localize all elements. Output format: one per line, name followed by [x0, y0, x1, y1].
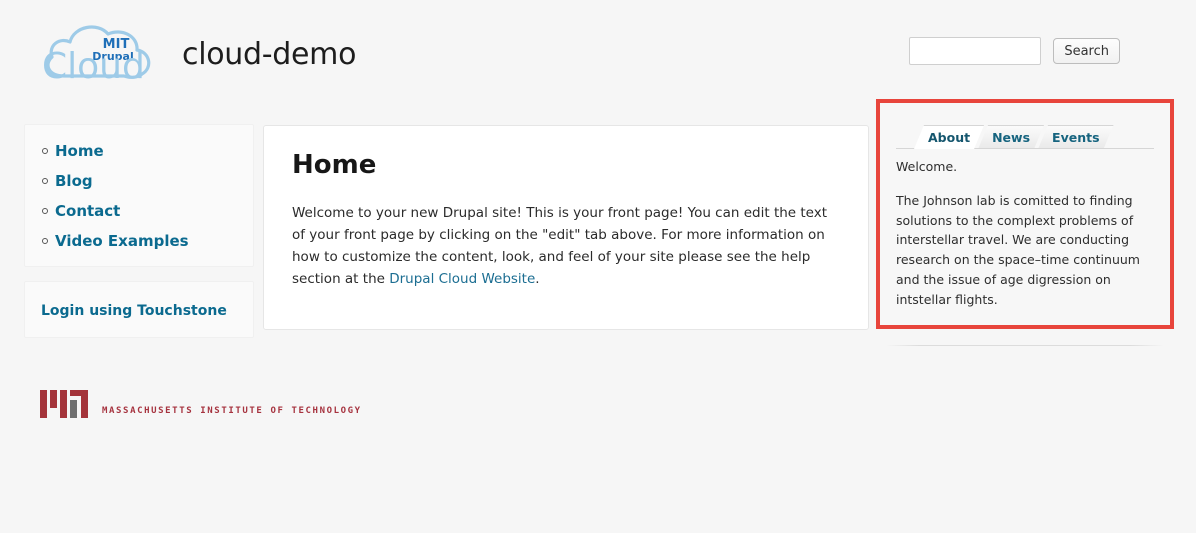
tab-events[interactable]: Events: [1038, 125, 1113, 149]
search-input[interactable]: [909, 37, 1042, 65]
page-title: Home: [292, 150, 377, 180]
tab-bar: About News Events: [896, 123, 1154, 149]
primary-nav: Home Blog Contact Video Examples: [39, 141, 237, 250]
main-body-text-start: Welcome to your new Drupal site! This is…: [292, 205, 828, 287]
mit-logo[interactable]: MASSACHUSETTS INSTITUTE OF TECHNOLOGY: [40, 390, 362, 418]
right-sidebar-divider: [886, 345, 1164, 347]
left-sidebar: Home Blog Contact Video Examples Login u…: [24, 124, 254, 352]
main-body-text-end: .: [535, 271, 540, 287]
mit-wordmark: MASSACHUSETTS INSTITUTE OF TECHNOLOGY: [102, 406, 362, 416]
sidebar-item-label[interactable]: Blog: [55, 172, 93, 190]
sidebar-item-contact[interactable]: Contact: [42, 201, 237, 220]
site-header: MIT Drupal Cloud cloud-demo Search: [0, 0, 1196, 100]
page-root: MIT Drupal Cloud cloud-demo Search Home …: [0, 0, 1196, 533]
login-touchstone-link[interactable]: Login using Touchstone: [41, 303, 227, 319]
search-button[interactable]: Search: [1053, 38, 1120, 64]
mit-logo-mark: [40, 390, 88, 418]
tab-panel-intro: Welcome.: [896, 159, 958, 174]
right-sidebar: About News Events Welcome. The Johnson l…: [876, 99, 1174, 347]
sidebar-item-label[interactable]: Home: [55, 142, 104, 160]
sidebar-item-home[interactable]: Home: [42, 141, 237, 160]
sidebar-item-blog[interactable]: Blog: [42, 171, 237, 190]
tab-panel-body: The Johnson lab is comitted to finding s…: [896, 192, 1140, 307]
navigation-block: Home Blog Contact Video Examples: [24, 124, 254, 267]
site-footer: MASSACHUSETTS INSTITUTE OF TECHNOLOGY MI…: [0, 370, 1196, 450]
tab-label: News: [992, 130, 1031, 145]
highlighted-tabs-block: About News Events Welcome. The Johnson l…: [876, 99, 1174, 330]
tab-news[interactable]: News: [978, 125, 1044, 149]
main-content-panel: Home Welcome to your new Drupal site! Th…: [263, 125, 869, 330]
sidebar-item-label[interactable]: Video Examples: [55, 232, 189, 250]
tab-label: Events: [1052, 130, 1100, 145]
site-branding[interactable]: MIT Drupal Cloud cloud-demo: [34, 14, 356, 94]
main-body-text: Welcome to your new Drupal site! This is…: [292, 202, 840, 290]
tab-label: About: [928, 130, 971, 145]
sidebar-item-label[interactable]: Contact: [55, 202, 120, 220]
drupal-cloud-website-link[interactable]: Drupal Cloud Website: [389, 271, 535, 287]
sidebar-item-video-examples[interactable]: Video Examples: [42, 231, 237, 250]
login-block: Login using Touchstone: [24, 281, 254, 338]
site-title: cloud-demo: [182, 36, 357, 72]
mit-drupal-cloud-logo[interactable]: MIT Drupal Cloud: [34, 14, 164, 94]
logo-cloud-text: Cloud: [42, 46, 145, 87]
search-area: Search: [909, 37, 1120, 65]
tab-about[interactable]: About: [914, 125, 984, 149]
